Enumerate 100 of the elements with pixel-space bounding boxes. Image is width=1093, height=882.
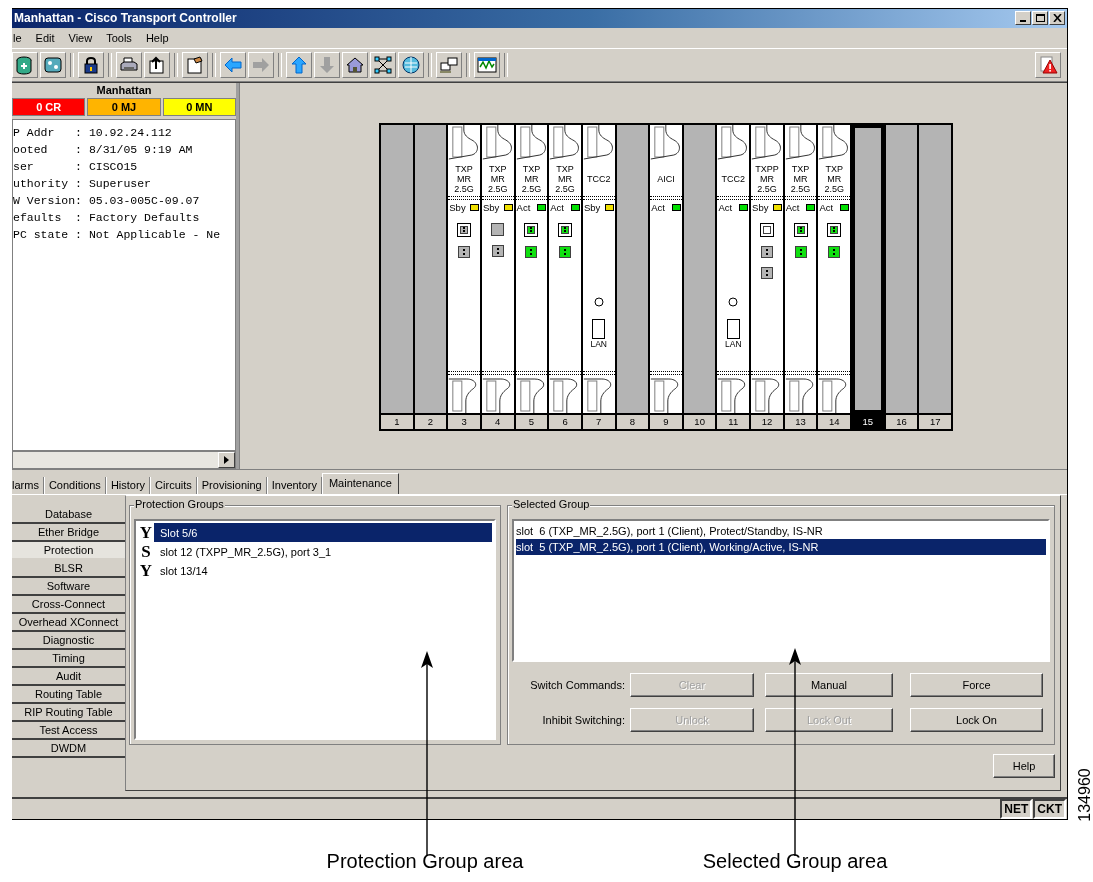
menu-item[interactable]: Help: [138, 31, 176, 44]
status-label: Sby: [752, 202, 769, 214]
item-label: slot 12 (TXPP_MR_2.5G), port 3_1: [160, 545, 332, 558]
info-line: P Addr : 10.92.24.112: [13, 124, 173, 141]
card-label: TCC2: [585, 172, 612, 186]
status-label: Act: [819, 202, 834, 214]
help-button[interactable]: Help: [993, 754, 1055, 779]
toolbar-button[interactable]: [116, 51, 142, 78]
toolbar-button[interactable]: [182, 51, 208, 78]
list-item[interactable]: Y slot 13/14: [138, 561, 492, 581]
slot-number: 3: [448, 414, 480, 429]
command-button[interactable]: Lock On: [910, 708, 1043, 733]
ejector-latch-icon: [549, 124, 581, 161]
minimize-button[interactable]: [1015, 11, 1031, 26]
ejector-latch-icon: [582, 124, 615, 161]
globe-icon: [401, 54, 421, 75]
tab[interactable]: Inventory: [266, 477, 322, 495]
maximize-button[interactable]: [1032, 11, 1048, 26]
list-item[interactable]: S slot 12 (TXPP_MR_2.5G), port 3_1: [138, 542, 492, 562]
toolbar-button[interactable]: [1035, 51, 1061, 78]
card-label: TXP MR 2.5G: [453, 163, 475, 194]
close-button[interactable]: [1049, 11, 1065, 26]
ejector-latch-icon: [751, 124, 783, 161]
alarm-count: 0 CR: [12, 97, 86, 116]
protection-groups-list[interactable]: Y Slot 5/6 S slot 12 (TXPP_MR_2.5G), port 3_1 Y slot 13/14: [134, 519, 496, 741]
slot-number: 12: [751, 414, 783, 429]
menu-item[interactable]: Tools: [99, 31, 139, 44]
status-label: Sby: [449, 202, 466, 214]
slot-number: 16: [885, 414, 918, 429]
tab[interactable]: Circuits: [150, 477, 197, 495]
scroll-right-button[interactable]: [218, 452, 235, 469]
toolbar-button[interactable]: [342, 51, 368, 78]
toolbar-button[interactable]: [144, 51, 170, 78]
slot-number: 6: [549, 414, 581, 429]
tab[interactable]: Provisioning: [196, 477, 267, 495]
selected-group-list[interactable]: slot 6 (TXP_MR_2.5G), port 1 (Client), Protect/Standby, IS-NR slot 5 (TXP_MR_2.5G), port 1 (Client), Working/Active, IS-NR: [512, 519, 1050, 663]
status-label: Act: [550, 202, 564, 214]
line-card[interactable]: TCC2 Act LAN: [717, 124, 750, 413]
line-card[interactable]: TXP MR 2.5G Act: [818, 124, 851, 413]
info-line: efaults : Factory Defaults: [13, 209, 201, 226]
item-label: Slot 5/6: [160, 526, 198, 539]
waveform-icon: [477, 54, 497, 75]
ejector-latch-icon: [717, 124, 750, 161]
ejector-latch-icon: [515, 124, 548, 161]
slot-number: 8: [616, 414, 649, 429]
line-card[interactable]: TXP MR 2.5G Act: [515, 124, 548, 413]
window-title: Manhattan - Cisco Transport Controller: [13, 11, 237, 26]
slot-number: 1: [381, 414, 413, 429]
toolbar-button[interactable]: [40, 51, 66, 78]
info-line: uthority : Superuser: [13, 175, 153, 192]
scroll-bar[interactable]: [12, 451, 236, 470]
slot-number: 9: [650, 414, 682, 429]
line-card[interactable]: TXP MR 2.5G Sby: [448, 124, 480, 413]
line-card[interactable]: TCC2 Sby LAN: [582, 124, 615, 413]
line-card[interactable]: TXP MR 2.5G Act: [549, 124, 581, 413]
menu-item[interactable]: View: [61, 31, 100, 44]
tab[interactable]: larms: [12, 477, 44, 495]
status-label: Sby: [583, 202, 601, 214]
line-card[interactable]: TXP MR 2.5G Sby: [481, 124, 514, 413]
status-label: Sby: [482, 202, 500, 214]
tab[interactable]: Conditions: [43, 477, 106, 495]
ejector-latch-icon: [448, 124, 480, 161]
list-item[interactable]: Y Slot 5/6: [138, 523, 492, 543]
command-button[interactable]: Force: [910, 673, 1043, 698]
card-label: TXP MR 2.5G: [789, 163, 812, 194]
command-button[interactable]: Manual: [765, 673, 893, 698]
node-name: Manhattan: [95, 82, 153, 98]
line-card[interactable]: TXP MR 2.5G Act: [784, 124, 817, 413]
slot-number: 7: [582, 414, 615, 429]
slot-number: 10: [683, 414, 716, 429]
ejector-latch-icon: [650, 124, 682, 161]
indicator-ring-icon: [593, 296, 604, 307]
card-label: TXP MR 2.5G: [554, 163, 576, 194]
group-type-glyph: Y: [138, 561, 154, 581]
tab[interactable]: Maintenance: [321, 473, 399, 495]
port-label: LAN: [724, 338, 743, 349]
info-line: ser : CISCO15: [13, 158, 139, 175]
line-card[interactable]: TXPP MR 2.5G Sby: [751, 124, 783, 413]
list-item[interactable]: slot 6 (TXP_MR_2.5G), port 1 (Client), Protect/Standby, IS-NR: [516, 523, 1046, 540]
tab[interactable]: History: [105, 477, 151, 495]
menu-item[interactable]: Edit: [28, 31, 62, 44]
group-type-glyph: Y: [138, 523, 154, 543]
line-card[interactable]: AICI Act: [650, 124, 682, 413]
close-icon: [1052, 14, 1062, 23]
toolbar-button[interactable]: [12, 51, 38, 78]
list-item[interactable]: slot 5 (TXP_MR_2.5G), port 1 (Client), Working/Active, IS-NR: [516, 539, 1046, 556]
ejector-latch-icon: [818, 124, 851, 161]
menu-item[interactable]: le: [12, 31, 29, 44]
callout-label: Selected Group area: [701, 850, 889, 873]
ejector-latch-icon: [481, 124, 514, 161]
card-label: TXPP MR 2.5G: [754, 163, 780, 194]
sidebar-item[interactable]: Protection: [12, 542, 125, 561]
status-label: Act: [651, 202, 665, 214]
toolbar-button[interactable]: [370, 51, 396, 78]
alarm-count: 0 MJ: [87, 97, 161, 116]
toolbar-button[interactable]: [78, 51, 104, 78]
computers-icon: [439, 54, 459, 75]
toolbar-button[interactable]: [398, 51, 424, 78]
card-label: TXP MR 2.5G: [520, 163, 543, 194]
slot-number: 14: [818, 414, 851, 429]
